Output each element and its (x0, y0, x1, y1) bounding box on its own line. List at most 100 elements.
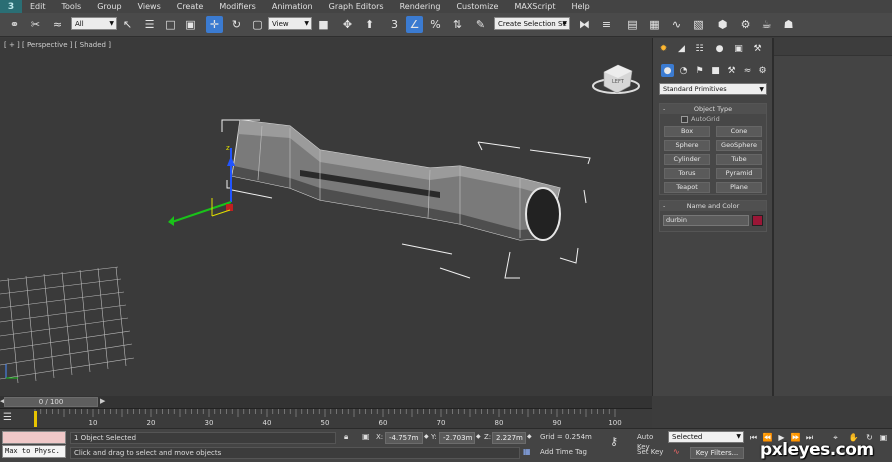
select-and-scale-icon[interactable]: ▢ (249, 16, 266, 33)
sphere-button[interactable]: Sphere (664, 140, 710, 151)
teapot-button[interactable]: Teapot (664, 182, 710, 193)
torus-button[interactable]: Torus (664, 168, 710, 179)
object-color-swatch[interactable] (752, 215, 763, 226)
lights-subtab-icon[interactable]: ⚑ (693, 64, 706, 77)
spinner-snap-icon[interactable]: ⇅ (449, 16, 466, 33)
named-selection-dropdown[interactable]: Create Selection Se ▼ (494, 17, 570, 30)
app-logo[interactable]: 3 (0, 0, 22, 13)
auto-key-button[interactable]: Auto Key (634, 432, 668, 451)
y-coordinate-field[interactable]: -2.703m (439, 432, 475, 444)
display-tab-icon[interactable]: ▣ (732, 42, 745, 55)
mirror-icon[interactable]: ⧓ (576, 16, 593, 33)
create-tab-icon[interactable]: ✹ (657, 42, 670, 55)
selection-filter-dropdown[interactable]: All ▼ (71, 17, 117, 30)
graphite-ribbon-icon[interactable]: ▦ (646, 16, 663, 33)
angle-snap-icon[interactable]: ∠ (406, 16, 423, 33)
menu-views[interactable]: Views (130, 0, 169, 13)
key-tangent-icon[interactable]: ∿ (673, 447, 680, 456)
plane-button[interactable]: Plane (716, 182, 762, 193)
menu-customize[interactable]: Customize (448, 0, 506, 13)
select-object-icon[interactable]: ↖ (119, 16, 136, 33)
select-by-name-icon[interactable]: ☰ (141, 16, 158, 33)
keyboard-shortcut-icon[interactable]: ⬆ (361, 16, 378, 33)
autogrid-checkbox[interactable]: AutoGrid (681, 115, 720, 123)
menu-create[interactable]: Create (169, 0, 212, 13)
menu-graph-editors[interactable]: Graph Editors (321, 0, 392, 13)
y-spinner-icon[interactable]: ◆ (476, 433, 481, 440)
maxscript-output[interactable]: Max to Physc. (2, 445, 66, 458)
maxscript-listener-input[interactable] (2, 431, 66, 444)
rectangular-selection-icon[interactable]: □ (162, 16, 179, 33)
time-slider-thumb[interactable]: 0 / 100 (4, 397, 98, 407)
menu-maxscript[interactable]: MAXScript (506, 0, 563, 13)
perspective-viewport[interactable]: z LEFT [ + ] [ Perspective ] [ Shaded ] (0, 38, 652, 396)
go-to-start-icon[interactable]: ⏮ (748, 432, 759, 443)
autogrid-box[interactable] (681, 115, 688, 123)
add-time-tag-button[interactable]: Add Time Tag (537, 447, 607, 459)
menu-rendering[interactable]: Rendering (392, 0, 449, 13)
cone-button[interactable]: Cone (716, 126, 762, 137)
select-manipulate-icon[interactable]: ✥ (339, 16, 356, 33)
cylinder-button[interactable]: Cylinder (664, 154, 710, 165)
modify-tab-icon[interactable]: ◢ (675, 42, 688, 55)
rendered-frame-icon[interactable]: ☕ (758, 16, 775, 33)
edit-named-selection-icon[interactable]: ✎ (472, 16, 489, 33)
absolute-mode-icon[interactable]: ▣ (362, 432, 370, 441)
box-button[interactable]: Box (664, 126, 710, 137)
object-type-header[interactable]: - Object Type (660, 104, 766, 114)
name-and-color-header[interactable]: - Name and Color (660, 201, 766, 211)
primitive-category-dropdown[interactable]: Standard Primitives ▼ (659, 83, 767, 95)
render-production-icon[interactable]: ☗ (780, 16, 797, 33)
reference-coordinate-dropdown[interactable]: View ▼ (268, 17, 312, 30)
schematic-view-icon[interactable]: ▧ (690, 16, 707, 33)
tube-button[interactable]: Tube (716, 154, 762, 165)
material-editor-icon[interactable]: ⬢ (714, 16, 731, 33)
z-coordinate-field[interactable]: 2.227m (492, 432, 526, 444)
transform-gizmo[interactable]: z (168, 144, 235, 226)
menu-edit[interactable]: Edit (22, 0, 54, 13)
time-tag-icon[interactable]: ▦ (523, 447, 531, 456)
unlink-icon[interactable]: ✂ (27, 16, 44, 33)
spacewarps-subtab-icon[interactable]: ≈ (741, 64, 754, 77)
next-frame-arrow-icon[interactable]: ▶ (100, 397, 105, 405)
geosphere-button[interactable]: GeoSphere (716, 140, 762, 151)
object-name-field[interactable]: durbin (663, 215, 749, 226)
x-spinner-icon[interactable]: ◆ (424, 433, 429, 440)
pivot-center-icon[interactable]: ■ (315, 16, 332, 33)
menu-help[interactable]: Help (564, 0, 598, 13)
systems-subtab-icon[interactable]: ⚙ (756, 64, 769, 77)
utilities-tab-icon[interactable]: ⚒ (751, 42, 764, 55)
window-crossing-icon[interactable]: ▣ (182, 16, 199, 33)
render-setup-icon[interactable]: ⚙ (737, 16, 754, 33)
set-key-button[interactable]: Set Key (634, 447, 668, 459)
menu-animation[interactable]: Animation (264, 0, 321, 13)
shapes-subtab-icon[interactable]: ◔ (677, 64, 690, 77)
viewcube-widget[interactable]: LEFT (592, 64, 640, 94)
pyramid-button[interactable]: Pyramid (716, 168, 762, 179)
flashlight-model[interactable] (231, 119, 561, 241)
key-filters-button[interactable]: Key Filters... (690, 447, 744, 459)
menu-tools[interactable]: Tools (54, 0, 90, 13)
time-slider[interactable]: ◀ 0 / 100 ▶ (0, 396, 652, 408)
snaps-toggle-icon[interactable]: 3 (386, 16, 403, 33)
key-icon[interactable]: ⚷ (610, 435, 618, 448)
helpers-subtab-icon[interactable]: ⚒ (725, 64, 738, 77)
bind-space-warp-icon[interactable]: ≈ (49, 16, 66, 33)
track-bar[interactable]: ☰ 10 20 30 40 50 60 70 80 90 100 (0, 408, 652, 428)
link-icon[interactable]: ⚭ (6, 16, 23, 33)
selection-lock-icon[interactable]: 🔒︎ (344, 432, 348, 442)
select-and-rotate-icon[interactable]: ↻ (228, 16, 245, 33)
hierarchy-tab-icon[interactable]: ☷ (693, 42, 706, 55)
percent-snap-icon[interactable]: % (427, 16, 444, 33)
geometry-subtab-icon[interactable]: ● (661, 64, 674, 77)
select-and-move-icon[interactable]: ✛ (206, 16, 223, 33)
motion-tab-icon[interactable]: ● (713, 42, 726, 55)
menu-group[interactable]: Group (89, 0, 129, 13)
align-icon[interactable]: ≡ (598, 16, 615, 33)
cameras-subtab-icon[interactable]: ■ (709, 64, 722, 77)
layer-manager-icon[interactable]: ▤ (624, 16, 641, 33)
key-mode-dropdown[interactable]: Selected ▼ (668, 431, 744, 443)
menu-modifiers[interactable]: Modifiers (211, 0, 264, 13)
viewport-label[interactable]: [ + ] [ Perspective ] [ Shaded ] (4, 41, 111, 49)
maximize-viewport-icon[interactable]: ▣ (878, 432, 889, 443)
